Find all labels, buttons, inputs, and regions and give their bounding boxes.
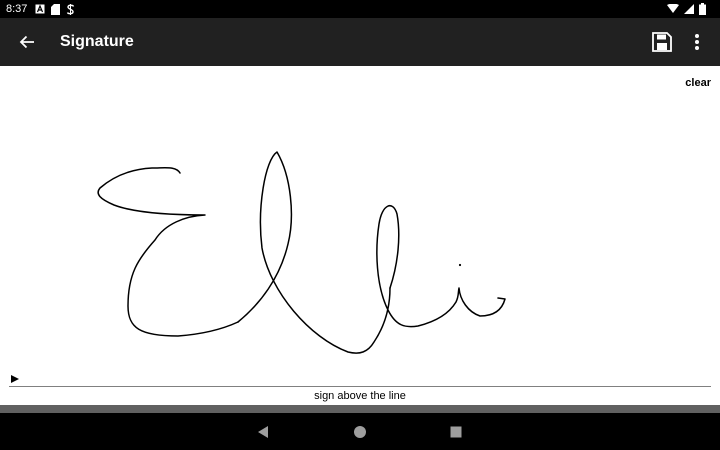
back-button[interactable]	[14, 30, 40, 54]
signature-drawing	[97, 151, 506, 354]
arrow-back-icon	[19, 35, 34, 49]
signature-hint: sign above the line	[314, 390, 406, 402]
bottom-divider	[0, 405, 720, 413]
page-title: Signature	[60, 33, 134, 50]
save-floppy-icon	[652, 32, 672, 52]
notification-a-icon	[35, 4, 45, 14]
home-circle-icon	[354, 426, 366, 438]
system-nav-bar	[0, 413, 720, 450]
more-options-button[interactable]	[688, 30, 706, 54]
signature-dot	[458, 263, 462, 267]
signature-canvas[interactable]: clear sign above the line	[0, 66, 720, 405]
more-vert-icon	[695, 34, 699, 50]
back-triangle-icon	[258, 426, 268, 438]
status-bar: 8:37	[0, 0, 720, 18]
save-button[interactable]	[650, 30, 674, 54]
signature-line	[9, 386, 711, 387]
nav-home-button[interactable]	[351, 423, 369, 441]
status-icons-right	[667, 3, 706, 15]
recents-square-icon	[450, 426, 462, 438]
battery-icon	[699, 3, 706, 15]
status-time: 8:37	[6, 3, 28, 15]
wifi-icon	[667, 4, 679, 13]
play-marker-icon	[11, 375, 19, 383]
signature-stroke-e	[97, 166, 239, 337]
nav-recents-button[interactable]	[447, 423, 465, 441]
signature-stroke-first-l	[237, 151, 391, 354]
sd-card-icon	[51, 3, 60, 15]
sync-s-icon	[66, 3, 75, 15]
signature-stroke-second-l	[376, 205, 506, 328]
status-icons-left	[35, 3, 75, 15]
cell-signal-icon	[684, 4, 694, 14]
nav-back-button[interactable]	[254, 423, 272, 441]
app-toolbar: Signature	[0, 18, 720, 66]
